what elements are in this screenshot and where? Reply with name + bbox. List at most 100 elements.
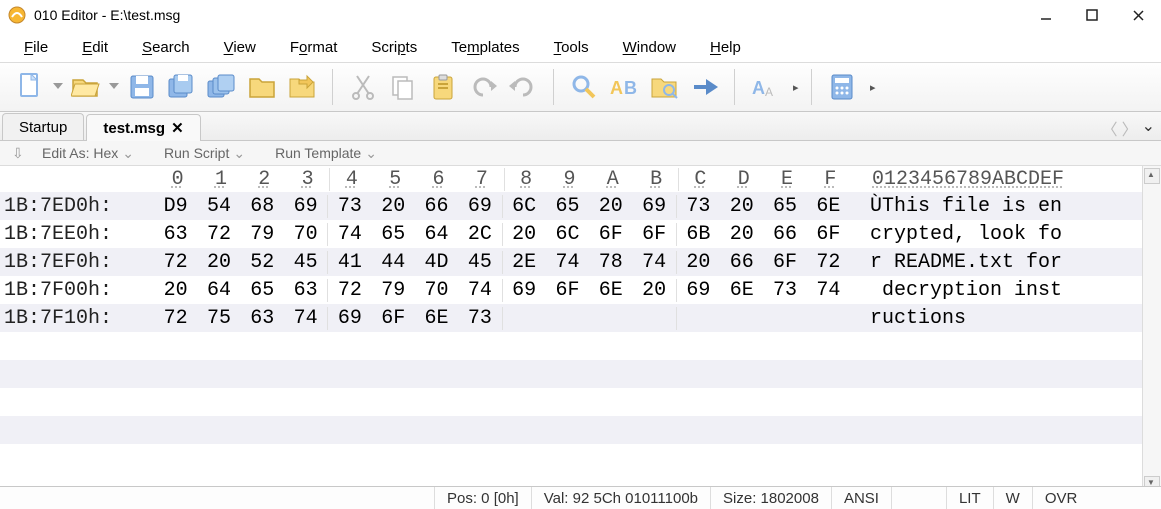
tab-close-icon[interactable]: ✕ — [171, 119, 184, 137]
maximize-button[interactable] — [1069, 0, 1115, 30]
hex-byte[interactable] — [546, 307, 589, 330]
hex-byte[interactable]: 63 — [241, 307, 284, 330]
hex-byte[interactable]: 69 — [676, 279, 720, 302]
hex-byte[interactable]: 69 — [632, 195, 675, 218]
hex-byte[interactable]: 6C — [546, 223, 589, 246]
hex-byte[interactable]: D9 — [154, 195, 197, 218]
hex-byte[interactable] — [632, 307, 675, 330]
scrollbar[interactable] — [1142, 166, 1161, 494]
hex-byte[interactable]: 65 — [372, 223, 415, 246]
hex-byte[interactable]: 73 — [458, 307, 501, 330]
hex-byte[interactable]: 79 — [241, 223, 284, 246]
hex-byte[interactable]: 74 — [458, 279, 501, 302]
cut-button[interactable] — [344, 70, 382, 104]
hex-byte[interactable]: 74 — [546, 251, 589, 274]
hex-byte[interactable]: 6F — [372, 307, 415, 330]
hex-byte[interactable]: 20 — [632, 279, 675, 302]
hex-byte[interactable]: 74 — [284, 307, 327, 330]
find-in-files-button[interactable] — [645, 70, 683, 104]
hex-byte[interactable]: 63 — [284, 279, 327, 302]
hex-byte[interactable]: 66 — [763, 223, 806, 246]
save-as-button[interactable] — [163, 70, 201, 104]
hex-byte[interactable]: 79 — [372, 279, 415, 302]
hex-byte[interactable]: 72 — [154, 251, 197, 274]
hex-byte[interactable]: 52 — [241, 251, 284, 274]
hex-byte[interactable]: 69 — [327, 307, 371, 330]
hex-byte[interactable]: 6F — [763, 251, 806, 274]
hex-row[interactable]: 1B:7F10h:72756374696F6E73ructions — [0, 304, 1142, 332]
hex-byte[interactable]: 66 — [415, 195, 458, 218]
hex-byte[interactable]: 6E — [415, 307, 458, 330]
open-folder-button[interactable] — [243, 70, 281, 104]
tab-prev-icon[interactable]: 〈 — [1102, 116, 1118, 140]
hex-row[interactable]: 1B:7ED0h:D9546869732066696C6520697320656… — [0, 192, 1142, 220]
hex-byte[interactable]: 70 — [415, 279, 458, 302]
hex-byte[interactable]: 68 — [241, 195, 284, 218]
tab-list-icon[interactable]: ⌄ — [1142, 116, 1155, 140]
collapse-icon[interactable]: ⇩ — [12, 145, 26, 162]
save-button[interactable] — [123, 70, 161, 104]
font-button[interactable]: AA — [746, 70, 784, 104]
hex-byte[interactable]: 6F — [807, 223, 850, 246]
hex-ascii[interactable]: ÙThis file is en — [850, 195, 1142, 218]
export-button[interactable] — [283, 70, 321, 104]
status-ovr[interactable]: OVR — [1032, 487, 1090, 509]
menu-scripts[interactable]: Scripts — [365, 37, 423, 58]
menu-tools[interactable]: Tools — [548, 37, 595, 58]
calculator-button[interactable] — [823, 70, 861, 104]
hex-byte[interactable]: 74 — [807, 279, 850, 302]
hex-byte[interactable] — [589, 307, 632, 330]
menu-view[interactable]: View — [218, 37, 262, 58]
hex-byte[interactable]: 75 — [197, 307, 240, 330]
hex-byte[interactable]: 20 — [154, 279, 197, 302]
hex-byte[interactable]: 69 — [284, 195, 327, 218]
hex-byte[interactable]: 41 — [327, 251, 371, 274]
paste-button[interactable] — [424, 70, 462, 104]
status-endian[interactable]: LIT — [946, 487, 993, 509]
hex-byte[interactable]: 20 — [720, 223, 763, 246]
hex-byte[interactable]: 45 — [284, 251, 327, 274]
hex-byte[interactable]: 74 — [632, 251, 675, 274]
toolbar-overflow-1[interactable]: ▸ — [789, 70, 805, 104]
hex-byte[interactable]: 20 — [676, 251, 720, 274]
menu-format[interactable]: Format — [284, 37, 344, 58]
hex-byte[interactable]: 72 — [327, 279, 371, 302]
hex-byte[interactable]: 6E — [720, 279, 763, 302]
hex-byte[interactable] — [676, 307, 720, 330]
hex-row[interactable]: 1B:7F00h:2064656372797074696F6E20696E737… — [0, 276, 1142, 304]
hex-ascii[interactable]: r README.txt for — [850, 251, 1142, 274]
edit-as-dropdown[interactable]: Edit As: Hex — [28, 145, 148, 162]
undo-button[interactable] — [464, 70, 502, 104]
hex-ascii[interactable]: crypted, look fo — [850, 223, 1142, 246]
hex-byte[interactable]: 74 — [327, 223, 371, 246]
status-val[interactable]: Val: 92 5Ch 01011100b — [531, 487, 710, 509]
hex-byte[interactable]: 6B — [676, 223, 720, 246]
open-file-dropdown[interactable] — [107, 70, 121, 104]
hex-byte[interactable]: 20 — [372, 195, 415, 218]
status-w[interactable]: W — [993, 487, 1032, 509]
hex-ascii[interactable]: ructions — [850, 307, 1142, 330]
menu-templates[interactable]: Templates — [445, 37, 525, 58]
hex-byte[interactable]: 72 — [807, 251, 850, 274]
scroll-up-button[interactable] — [1144, 168, 1160, 184]
status-pos[interactable]: Pos: 0 [0h] — [434, 487, 531, 509]
hex-byte[interactable]: 45 — [458, 251, 501, 274]
goto-button[interactable] — [685, 70, 723, 104]
menu-help[interactable]: Help — [704, 37, 747, 58]
replace-button[interactable]: AB — [605, 70, 643, 104]
hex-byte[interactable]: 72 — [154, 307, 197, 330]
status-size[interactable]: Size: 1802008 — [710, 487, 831, 509]
minimize-button[interactable] — [1023, 0, 1069, 30]
hex-byte[interactable]: 2C — [458, 223, 501, 246]
hex-byte[interactable]: 6F — [632, 223, 675, 246]
hex-byte[interactable]: 70 — [284, 223, 327, 246]
menu-edit[interactable]: Edit — [76, 37, 114, 58]
tab-startup[interactable]: Startup — [2, 113, 84, 140]
hex-byte[interactable]: 65 — [546, 195, 589, 218]
hex-byte[interactable]: 63 — [154, 223, 197, 246]
close-button[interactable] — [1115, 0, 1161, 30]
hex-ascii[interactable]: decryption inst — [850, 279, 1142, 302]
hex-byte[interactable]: 78 — [589, 251, 632, 274]
find-button[interactable] — [565, 70, 603, 104]
hex-byte[interactable]: 6E — [589, 279, 632, 302]
